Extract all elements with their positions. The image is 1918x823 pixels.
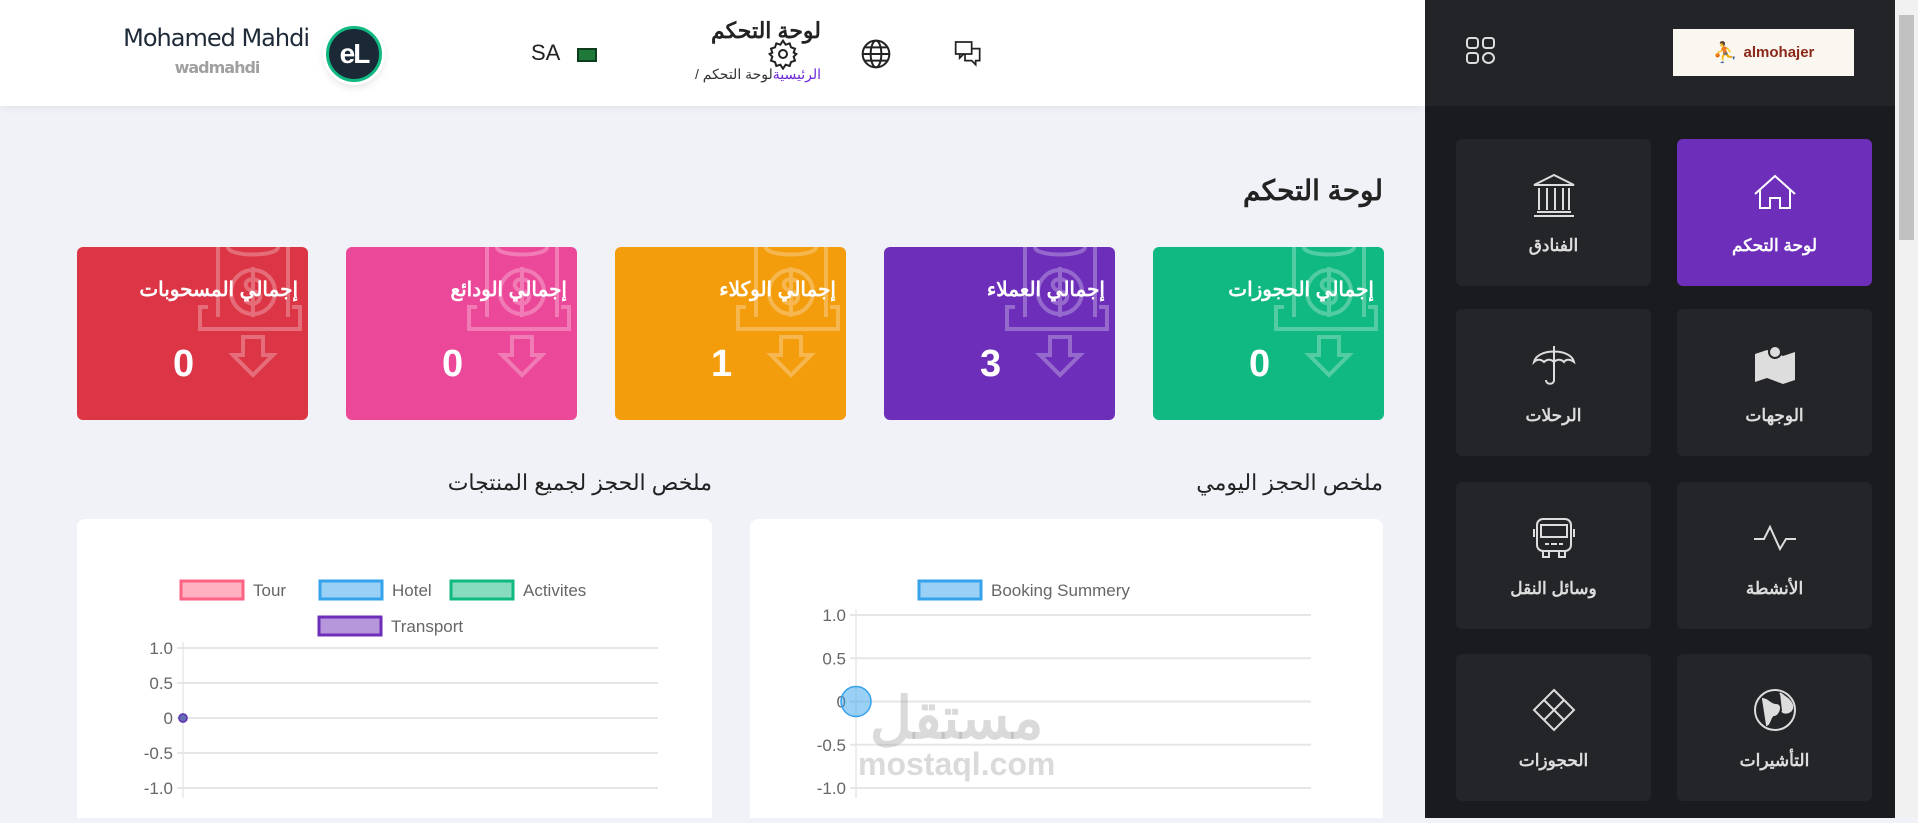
diamond-grid-icon — [1532, 688, 1575, 731]
activity-icon — [1753, 524, 1796, 551]
data-point — [178, 713, 188, 723]
legend-label: Hotel — [392, 581, 432, 600]
y-tick-label: -1.0 — [817, 779, 846, 798]
stat-card-value: 1 — [711, 343, 733, 385]
sidebar-item[interactable]: الرحلات — [1456, 309, 1651, 456]
umbrella-icon — [1531, 345, 1576, 385]
legend-swatch — [318, 579, 384, 601]
money-bag-icon — [1005, 247, 1109, 378]
stat-card[interactable]: إجمالي الحجوزات 0 — [1153, 247, 1384, 420]
legend-label: Tour — [253, 581, 286, 600]
legend-swatch — [317, 615, 383, 637]
legend-label: Activites — [523, 581, 586, 600]
sidebar-item[interactable]: الأنشطة — [1677, 482, 1872, 629]
sidebar-header: ⛹ almohajer — [1425, 0, 1895, 106]
y-tick-label: -1.0 — [144, 779, 173, 798]
page-scrollbar-thumb[interactable] — [1899, 15, 1914, 240]
sidebar-item-label: التأشيرات — [1739, 750, 1810, 770]
stat-card[interactable]: إجمالي العملاء 3 — [884, 247, 1115, 420]
header-title: لوحة التحكم — [710, 18, 821, 43]
watermark-ar: مستقل — [869, 686, 1044, 751]
products-chart-card: Tour Hotel Activites Transport 1.0 0.5 0 -0.5 -1… — [77, 519, 712, 818]
daily-chart: Booking Summery1.00.50-0.5-1.0 — [817, 579, 1311, 798]
sidebar: ⛹ almohajer لوحة التحكم الفنادق الوجهات الرح… — [1425, 0, 1895, 818]
money-bag-icon — [736, 247, 840, 378]
stat-card-label: إجمالي العملاء — [986, 279, 1105, 301]
sidebar-item-label: الأنشطة — [1745, 578, 1804, 598]
stat-card[interactable]: إجمالي الوكلاء 1 — [615, 247, 846, 420]
bank-icon — [1533, 173, 1574, 217]
products-summary-title: ملخص الحجز لجميع المنتجات — [447, 470, 712, 495]
globe-icon — [1753, 688, 1796, 731]
stat-card-label: إجمالي الودائع — [450, 279, 567, 301]
y-tick-label: 1.0 — [822, 606, 846, 625]
stat-card[interactable]: إجمالي الودائع 0 — [346, 247, 577, 420]
sidebar-item[interactable]: الفنادق — [1456, 139, 1651, 286]
bus-icon — [1532, 517, 1575, 558]
breadcrumb-current: لوحة التحكم — [702, 66, 773, 82]
sidebar-item[interactable]: الوجهات — [1677, 309, 1872, 456]
username: wadmahdi — [174, 58, 261, 77]
y-tick-label: 1.0 — [149, 639, 173, 658]
stat-card-label: إجمالي الحجوزات — [1228, 279, 1374, 301]
y-tick-label: 0.5 — [822, 649, 846, 668]
y-tick-label: -0.5 — [817, 736, 846, 755]
y-tick-label: -0.5 — [144, 744, 173, 763]
stat-card-value: 0 — [173, 343, 195, 385]
daily-chart-card: Booking Summery1.00.50-0.5-1.0 — [750, 519, 1383, 818]
apps-grid-icon[interactable] — [1465, 36, 1497, 66]
money-bag-icon — [198, 247, 302, 378]
legend-label: Booking Summery — [991, 581, 1130, 600]
sidebar-item-label: الفنادق — [1528, 235, 1579, 255]
stat-card[interactable]: إجمالي المسحوبات 0 — [77, 247, 308, 420]
watermark-en: mostaql.com — [858, 746, 1056, 782]
stat-card-label: إجمالي الوكلاء — [719, 279, 836, 301]
page-title: لوحة التحكم — [1242, 175, 1383, 206]
sidebar-item-label: الوجهات — [1745, 405, 1804, 425]
sidebar-item-label: وسائل النقل — [1510, 578, 1597, 598]
breadcrumb-separator: / — [694, 66, 699, 82]
legend-swatch — [179, 579, 245, 601]
legend-swatch — [917, 579, 983, 601]
saudi-flag-icon[interactable] — [577, 48, 597, 62]
y-tick-label: 0.5 — [149, 674, 173, 693]
stat-card-value: 0 — [442, 343, 464, 385]
legend-swatch — [449, 579, 515, 601]
globe-icon[interactable] — [860, 38, 892, 70]
page-scrollbar[interactable] — [1895, 0, 1918, 818]
breadcrumb-home[interactable]: الرئيسية — [773, 66, 821, 82]
map-icon — [1754, 344, 1795, 384]
top-header: Mohamed Mahdi wadmahdi eL SA لوحة التحكم… — [0, 0, 1425, 106]
sidebar-item-label: الرحلات — [1525, 405, 1582, 425]
sidebar-item-label: الحجوزات — [1518, 750, 1589, 770]
sidebar-item[interactable]: التأشيرات — [1677, 654, 1872, 801]
products-chart: Tour Hotel Activites Transport 1.0 0.5 0 -0.5 -1… — [144, 579, 658, 798]
sidebar-item-label: لوحة التحكم — [1731, 235, 1818, 255]
avatar[interactable]: eL — [326, 26, 382, 82]
language-selector[interactable]: SA — [531, 40, 560, 66]
y-tick-label: 0 — [164, 709, 173, 728]
money-bag-icon — [467, 247, 571, 378]
sidebar-item[interactable]: لوحة التحكم — [1677, 139, 1872, 286]
stat-card-label: إجمالي المسحوبات — [139, 279, 298, 301]
logo-text: almohajer — [1743, 44, 1815, 61]
daily-summary-title: ملخص الحجز اليومي — [1196, 470, 1383, 495]
stat-card-value: 3 — [980, 343, 1002, 385]
user-name: Mohamed Mahdi — [123, 24, 310, 52]
sidebar-item[interactable]: وسائل النقل — [1456, 482, 1651, 629]
home-icon — [1753, 174, 1796, 209]
brand-logo[interactable]: ⛹ almohajer — [1673, 29, 1854, 76]
legend-label: Transport — [391, 617, 463, 636]
watermark: مستقل mostaql.com — [858, 686, 1056, 782]
breadcrumb: الرئيسيةلوحة التحكم / — [695, 66, 821, 83]
logo-figure-icon: ⛹ — [1712, 42, 1738, 64]
money-bag-icon — [1274, 247, 1378, 378]
stat-card-value: 0 — [1249, 343, 1271, 385]
chat-icon[interactable] — [953, 38, 985, 70]
sidebar-item[interactable]: الحجوزات — [1456, 654, 1651, 801]
